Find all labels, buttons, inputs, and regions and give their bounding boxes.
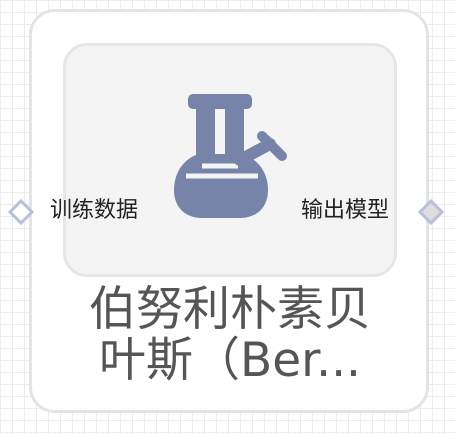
node-title-line-2: 叶斯（Ber... — [99, 333, 361, 388]
output-port-label: 输出模型 — [301, 198, 390, 223]
input-port-diamond-icon[interactable] — [8, 199, 34, 225]
canvas: 训练数据 输出模型 伯努利朴素贝 叶斯（Ber... — [0, 0, 455, 434]
flask-icon — [174, 94, 287, 218]
node-title: 伯努利朴素贝 叶斯（Ber... — [58, 284, 402, 386]
input-port-label: 训练数据 — [50, 198, 139, 223]
node-title-line-1: 伯努利朴素贝 — [89, 282, 371, 337]
output-port-diamond-icon[interactable] — [418, 199, 444, 225]
